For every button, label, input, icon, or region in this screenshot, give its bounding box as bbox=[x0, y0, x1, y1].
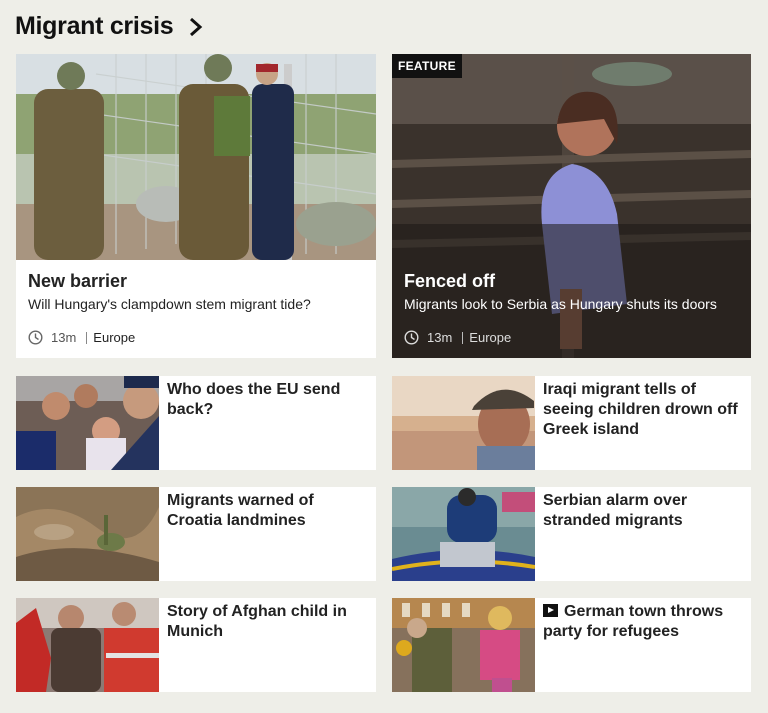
meta-divider bbox=[86, 331, 88, 344]
section-link[interactable]: Europe bbox=[469, 330, 511, 345]
story-meta: 13m Europe bbox=[404, 330, 511, 345]
story-thumbnail bbox=[16, 376, 159, 470]
story-title[interactable]: Serbian alarm over stranded migrants bbox=[543, 491, 743, 531]
section-title[interactable]: Migrant crisis bbox=[15, 12, 174, 41]
video-play-icon bbox=[543, 604, 558, 617]
story-thumbnail bbox=[392, 487, 535, 581]
feature-story-card[interactable]: FEATURE Fenced off Migrants look to Serb… bbox=[392, 54, 751, 358]
lead-story-summary: Will Hungary's clampdown stem migrant ti… bbox=[28, 296, 311, 312]
story-title-text: German town throws party for refugees bbox=[543, 603, 724, 640]
meta-divider bbox=[462, 331, 464, 344]
story-title[interactable]: Story of Afghan child in Munich bbox=[167, 602, 367, 642]
story-card[interactable]: Story of Afghan child in Munich bbox=[16, 598, 376, 692]
feature-badge: FEATURE bbox=[392, 54, 462, 78]
story-card[interactable]: Serbian alarm over stranded migrants bbox=[392, 487, 751, 581]
story-thumbnail bbox=[16, 598, 159, 692]
clock-icon bbox=[404, 330, 419, 345]
feature-story-title[interactable]: Fenced off bbox=[404, 271, 495, 292]
story-card[interactable]: Who does the EU send back? bbox=[16, 376, 376, 470]
story-title[interactable]: Migrants warned of Croatia landmines bbox=[167, 491, 367, 531]
story-thumbnail bbox=[16, 487, 159, 581]
timestamp: 13m bbox=[427, 330, 453, 345]
story-title[interactable]: Who does the EU send back? bbox=[167, 380, 367, 420]
story-title[interactable]: German town throws party for refugees bbox=[543, 602, 743, 642]
feature-story-summary: Migrants look to Serbia as Hungary shuts… bbox=[404, 296, 717, 312]
story-meta: 13m Europe bbox=[28, 330, 135, 345]
lead-story-title[interactable]: New barrier bbox=[28, 271, 127, 292]
clock-icon bbox=[28, 330, 43, 345]
story-image bbox=[392, 54, 751, 358]
section-link[interactable]: Europe bbox=[93, 330, 135, 345]
story-card[interactable]: Migrants warned of Croatia landmines bbox=[16, 487, 376, 581]
lead-story-card[interactable]: New barrier Will Hungary's clampdown ste… bbox=[16, 54, 376, 358]
story-thumbnail bbox=[392, 598, 535, 692]
story-image bbox=[16, 54, 376, 260]
timestamp: 13m bbox=[51, 330, 77, 345]
chevron-right-icon bbox=[190, 17, 203, 36]
story-card[interactable]: German town throws party for refugees bbox=[392, 598, 751, 692]
section-header-link[interactable]: Migrant crisis bbox=[15, 12, 207, 41]
story-title[interactable]: Iraqi migrant tells of seeing children d… bbox=[543, 380, 743, 440]
story-thumbnail bbox=[392, 376, 535, 470]
story-card[interactable]: Iraqi migrant tells of seeing children d… bbox=[392, 376, 751, 470]
